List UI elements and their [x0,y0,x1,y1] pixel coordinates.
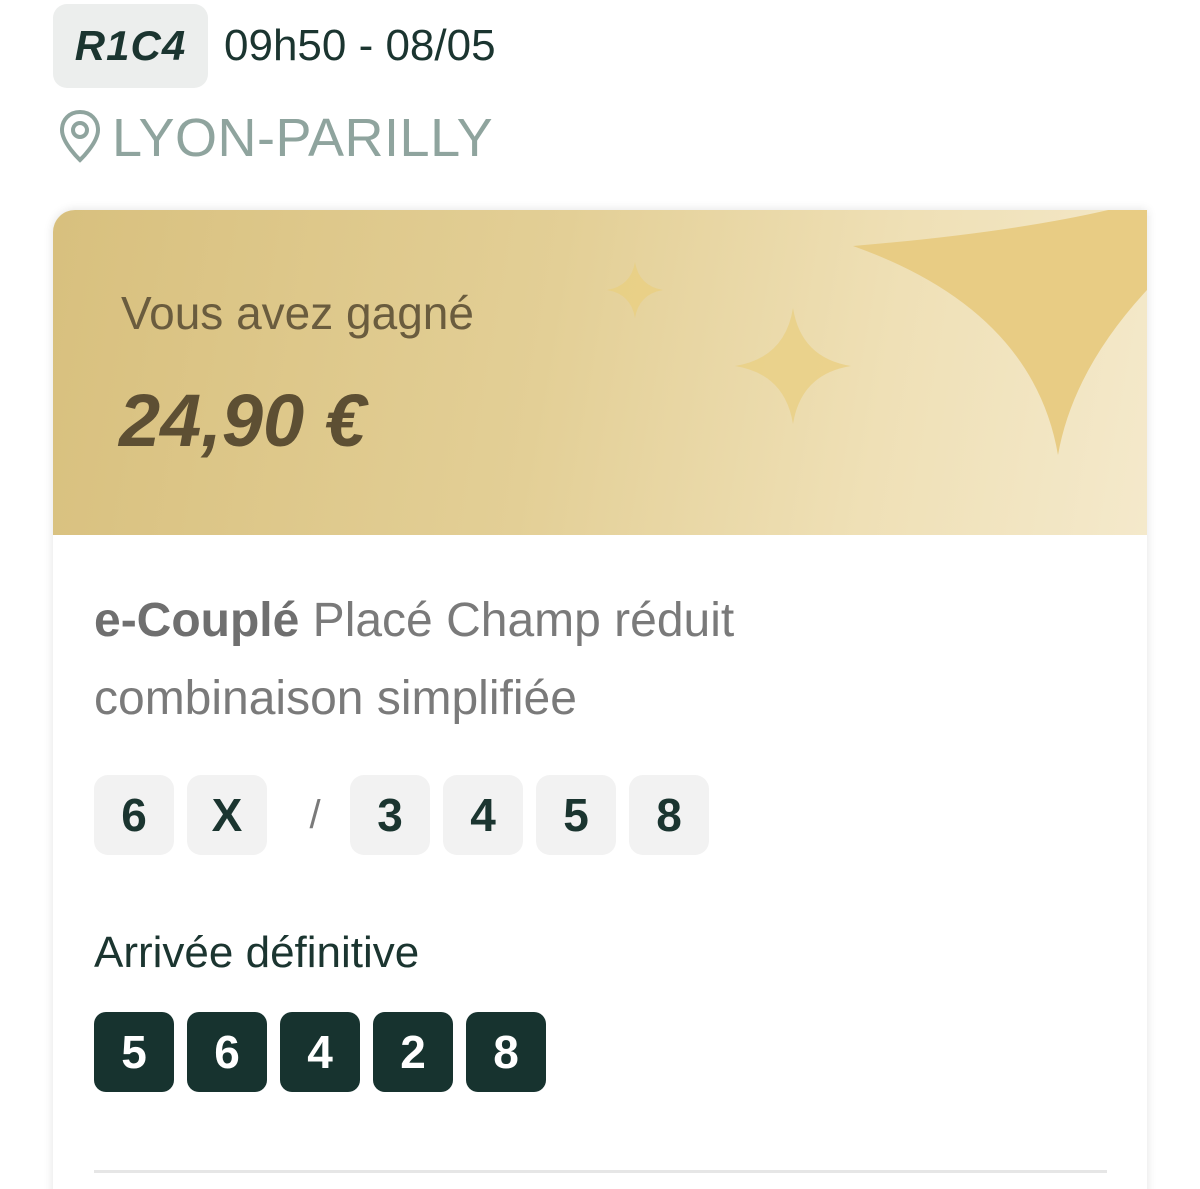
selection-chip: 5 [536,775,616,855]
win-label: Vous avez gagné [121,287,474,339]
selection-chip: 4 [443,775,523,855]
selection-chip: 3 [350,775,430,855]
win-amount: 24,90 € [119,379,366,462]
bet-selection: 6 X / 3 4 5 8 [94,775,722,855]
base-chip: X [187,775,267,855]
bet-card: Vous avez gagné 24,90 € e-Couplé Placé C… [53,210,1147,1189]
bet-type-name: e-Couplé [94,594,300,647]
race-datetime: 09h50 - 08/05 [224,21,496,70]
venue-name: LYON-PARILLY [112,108,494,168]
arrival-results: 5 6 4 2 8 [94,1012,559,1092]
bet-type: e-Couplé Placé Champ réduit combinaison … [94,582,874,738]
base-chip: 6 [94,775,174,855]
location-pin-icon [56,108,104,169]
arrival-number: 5 [94,1012,174,1092]
race-header: R1C4 09h50 - 08/05 [53,4,496,88]
sparkle-decoration-icon [607,210,1147,455]
arrival-label: Arrivée définitive [94,928,420,977]
win-banner: Vous avez gagné 24,90 € [53,210,1147,535]
race-code-badge: R1C4 [53,4,208,88]
arrival-number: 8 [466,1012,546,1092]
venue: LYON-PARILLY [56,106,493,170]
selection-separator: / [309,792,321,837]
arrival-number: 4 [280,1012,360,1092]
selection-chip: 8 [629,775,709,855]
divider [94,1170,1107,1173]
arrival-number: 2 [373,1012,453,1092]
arrival-number: 6 [187,1012,267,1092]
